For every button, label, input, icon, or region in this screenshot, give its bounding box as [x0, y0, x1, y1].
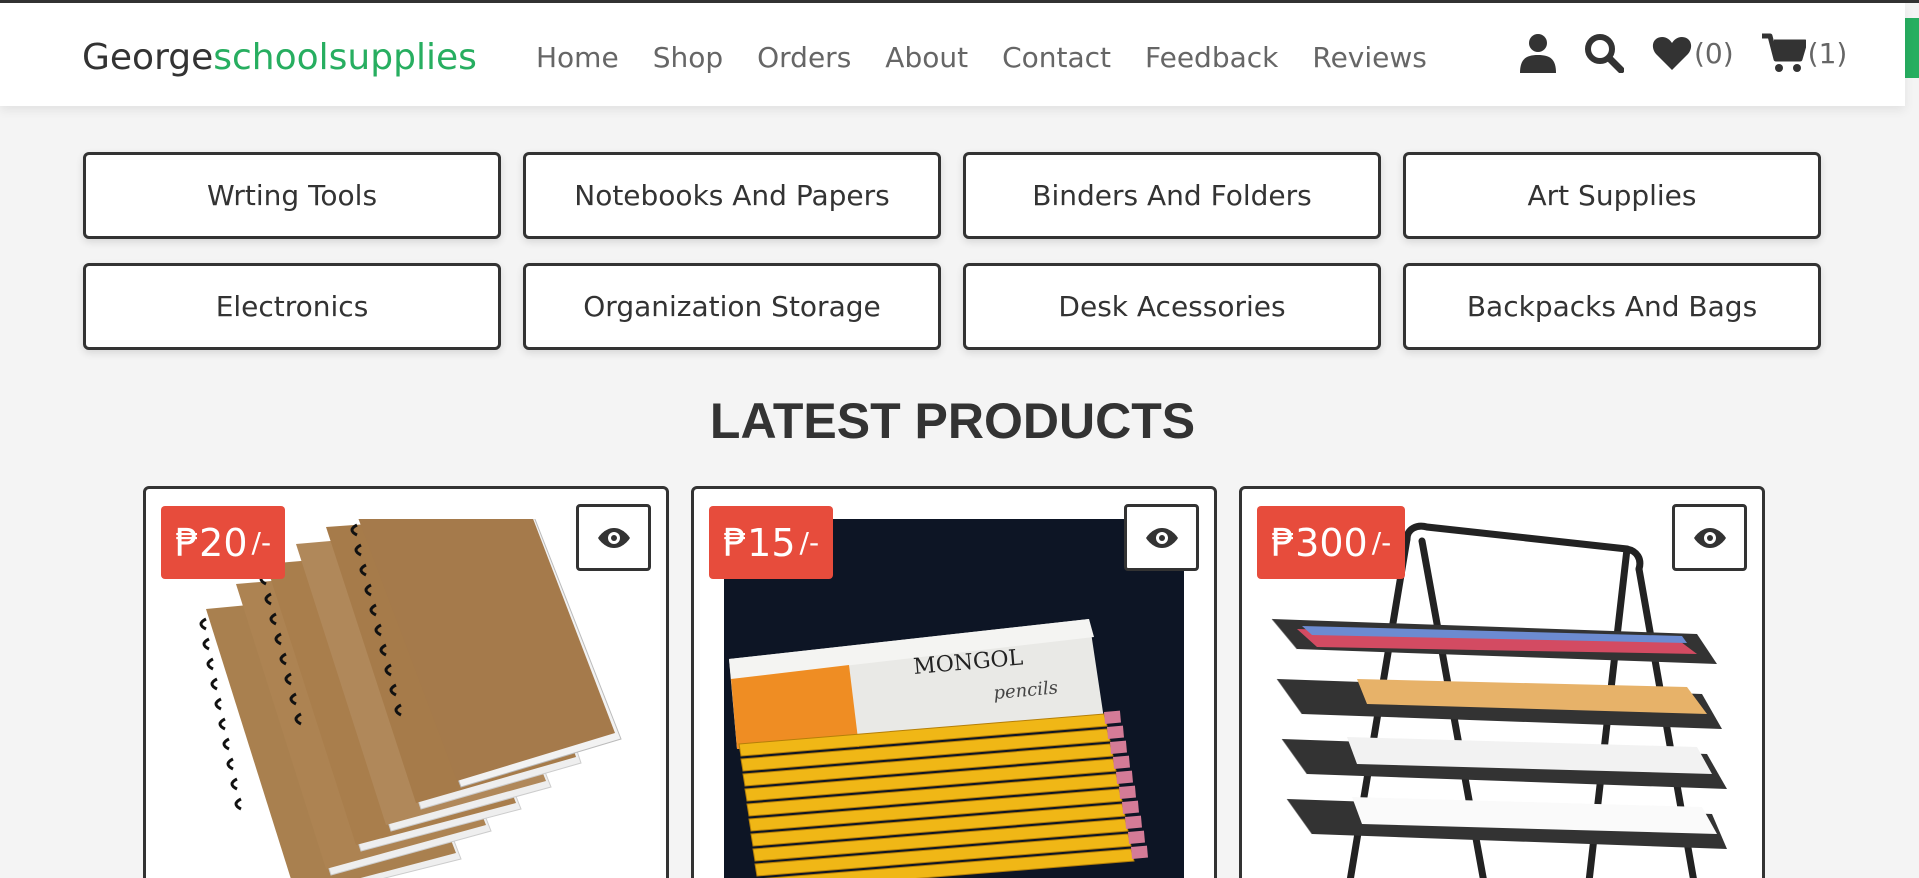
eye-icon — [1145, 527, 1178, 548]
nav-shop[interactable]: Shop — [653, 41, 723, 74]
price-tag: ₱15/- — [709, 506, 834, 579]
category-desk-accessories[interactable]: Desk Acessories — [963, 263, 1381, 350]
price-suffix: /- — [1371, 526, 1392, 559]
product-list: ₱20/- ₱15 /- MONGOL pencils ₱300 /- — [143, 486, 1765, 878]
category-electronics[interactable]: Electronics — [83, 263, 501, 350]
category-backpacks-bags[interactable]: Backpacks And Bags — [1403, 263, 1821, 350]
latest-products-heading: LATEST PRODUCTS — [709, 393, 1196, 449]
cart-count: (1) — [1807, 36, 1848, 70]
category-notebooks-papers[interactable]: Notebooks And Papers — [523, 152, 941, 239]
search-button[interactable] — [1584, 33, 1624, 73]
category-grid: Wrting Tools Notebooks And Papers Binder… — [83, 152, 1823, 350]
category-art-supplies[interactable]: Art Supplies — [1403, 152, 1821, 239]
price-tag: ₱300/- — [1257, 506, 1406, 579]
nav-about[interactable]: About — [885, 41, 968, 74]
wishlist-button[interactable]: (0) — [1652, 35, 1734, 71]
eye-icon — [1693, 527, 1726, 548]
product-card[interactable]: ₱15/- MONGOL pencils — [691, 486, 1217, 878]
quick-view-button[interactable] — [1672, 504, 1747, 571]
site-logo[interactable]: Georgeschoolsupplies — [82, 37, 477, 78]
product-card[interactable]: ₱300/- — [1239, 486, 1765, 878]
category-organization-storage[interactable]: Organization Storage — [523, 263, 941, 350]
quick-view-button[interactable] — [1124, 504, 1199, 571]
price-suffix: /- — [799, 526, 820, 559]
product-card[interactable]: ₱20/- — [143, 486, 669, 878]
nav-reviews[interactable]: Reviews — [1312, 41, 1427, 74]
logo-primary: George — [82, 37, 214, 78]
price-value: ₱300 — [1271, 520, 1368, 565]
price-value: ₱15 — [723, 520, 796, 565]
site-header: Georgeschoolsupplies Home Shop Orders Ab… — [0, 3, 1905, 106]
account-button[interactable] — [1520, 33, 1556, 73]
price-tag: ₱20/- — [161, 506, 286, 579]
header-icons: (0) (1) — [1520, 33, 1847, 73]
price-value: ₱20 — [175, 520, 248, 565]
search-icon — [1585, 34, 1624, 73]
main-nav: Home Shop Orders About Contact Feedback … — [536, 41, 1427, 74]
category-binders-folders[interactable]: Binders And Folders — [963, 152, 1381, 239]
nav-home[interactable]: Home — [536, 41, 619, 74]
user-icon — [1520, 34, 1556, 73]
cart-button[interactable]: (1) — [1761, 33, 1848, 73]
quick-view-button[interactable] — [576, 504, 651, 571]
nav-contact[interactable]: Contact — [1002, 41, 1111, 74]
nav-orders[interactable]: Orders — [757, 41, 851, 74]
nav-feedback[interactable]: Feedback — [1145, 41, 1278, 74]
cart-icon — [1761, 33, 1806, 72]
eye-icon — [597, 527, 630, 548]
heart-icon — [1652, 37, 1692, 70]
wishlist-count: (0) — [1694, 36, 1734, 70]
logo-accent: schoolsupplies — [213, 37, 477, 78]
side-accent-bar — [1905, 18, 1919, 78]
category-writing-tools[interactable]: Wrting Tools — [83, 152, 501, 239]
price-suffix: /- — [251, 526, 272, 559]
